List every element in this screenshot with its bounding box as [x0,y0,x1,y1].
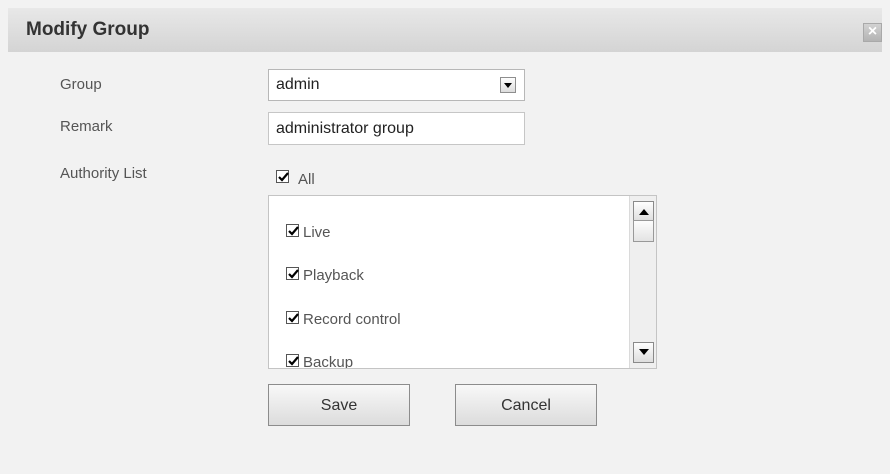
chevron-down-icon[interactable] [500,77,516,93]
authority-checkbox-record-control[interactable] [286,311,299,324]
remark-input-value: administrator group [276,120,414,137]
scroll-down-icon[interactable] [633,342,654,363]
all-checkbox-label: All [298,171,315,188]
scroll-up-icon[interactable] [633,201,654,222]
authority-checkbox-backup[interactable] [286,354,299,367]
modify-group-dialog: Modify Group × Group admin Remark admini… [0,0,890,474]
authority-item-label: Record control [303,311,401,328]
authority-checkbox-live[interactable] [286,224,299,237]
group-select-value: admin [276,76,320,93]
all-checkbox[interactable] [276,170,289,183]
authority-list-scrollbar[interactable] [629,196,656,368]
dialog-title: Modify Group [26,19,150,40]
scroll-thumb[interactable] [633,220,654,242]
authority-list-label: Authority List [60,165,147,182]
checkmark-icon [288,226,299,236]
authority-item-label: Backup [303,354,354,369]
checkmark-icon [288,356,299,366]
authority-item-label: Live [303,224,331,241]
remark-input[interactable]: administrator group [268,112,525,145]
checkmark-icon [288,313,299,323]
authority-listbox[interactable]: Live Playback Record control Backup [268,195,657,369]
remark-label: Remark [60,118,113,135]
checkmark-icon [288,269,299,279]
authority-checkbox-playback[interactable] [286,267,299,280]
dialog-titlebar: Modify Group [8,8,882,52]
cancel-button[interactable]: Cancel [455,384,597,426]
close-icon[interactable]: × [863,23,882,42]
checkmark-icon [278,172,289,182]
save-button[interactable]: Save [268,384,410,426]
authority-item-label: Playback [303,267,364,284]
group-select[interactable]: admin [268,69,525,101]
group-label: Group [60,76,102,93]
